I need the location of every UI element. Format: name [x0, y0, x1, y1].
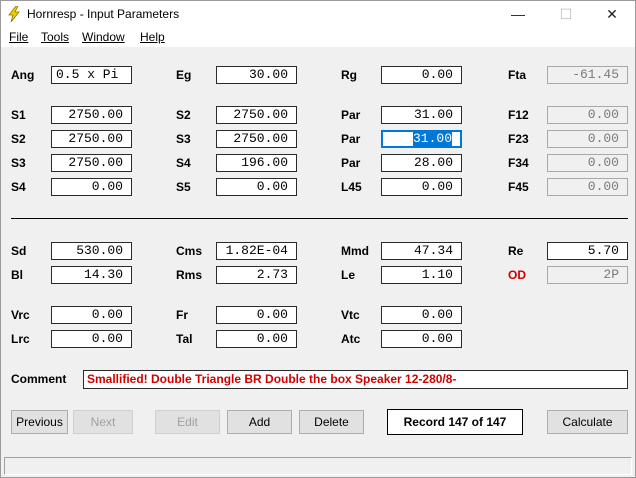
previous-button-label: Previous [16, 415, 63, 429]
edit-button[interactable]: Edit [155, 410, 220, 434]
par1-field[interactable]: 31.00 [381, 106, 462, 124]
label-bl: Bl [11, 268, 23, 282]
menu-help[interactable]: Help [140, 30, 165, 44]
delete-button-label: Delete [314, 415, 349, 429]
s3-field-seg3[interactable]: 2750.00 [51, 154, 132, 172]
label-s4b: S4 [11, 180, 26, 194]
f12-field: 0.00 [547, 106, 628, 124]
s3-field-seg2[interactable]: 2750.00 [216, 130, 297, 148]
par2-field[interactable]: 31.00 [381, 130, 462, 148]
s4-field-seg4[interactable]: 0.00 [51, 178, 132, 196]
s2-field-seg2[interactable]: 2750.00 [51, 130, 132, 148]
window-title: Hornresp - Input Parameters [27, 7, 180, 21]
sd-field[interactable]: 530.00 [51, 242, 132, 260]
od-field: 2P [547, 266, 628, 284]
label-tal: Tal [176, 332, 193, 346]
label-vtc: Vtc [341, 308, 360, 322]
f34-field: 0.00 [547, 154, 628, 172]
delete-button[interactable]: Delete [299, 410, 364, 434]
re-field[interactable]: 5.70 [547, 242, 628, 260]
f45-field: 0.00 [547, 178, 628, 196]
label-vrc: Vrc [11, 308, 30, 322]
label-rg: Rg [341, 68, 357, 82]
title-bar: Hornresp - Input Parameters — ☐ ✕ [1, 1, 635, 27]
label-lrc: Lrc [11, 332, 30, 346]
comment-field[interactable]: Smallified! Double Triangle BR Double th… [83, 370, 628, 389]
status-bar [4, 457, 632, 475]
f23-field: 0.00 [547, 130, 628, 148]
label-f12: F12 [508, 108, 529, 122]
label-par-2: Par [341, 132, 361, 146]
label-rms: Rms [176, 268, 203, 282]
label-s1: S1 [11, 108, 26, 122]
calculate-button[interactable]: Calculate [547, 410, 628, 434]
label-s2: S2 [176, 108, 191, 122]
tal-field[interactable]: 0.00 [216, 330, 297, 348]
next-button-label: Next [90, 415, 116, 429]
vrc-field[interactable]: 0.00 [51, 306, 132, 324]
lrc-field[interactable]: 0.00 [51, 330, 132, 348]
vtc-field[interactable]: 0.00 [381, 306, 462, 324]
label-comment: Comment [11, 372, 67, 386]
ang-field[interactable]: 0.5 x Pi [51, 66, 132, 84]
label-par-3: Par [341, 156, 361, 170]
fta-field: -61.45 [547, 66, 628, 84]
close-button[interactable]: ✕ [589, 1, 635, 27]
calculate-button-label: Calculate [562, 415, 613, 429]
label-s4: S4 [176, 156, 191, 170]
label-f34: F34 [508, 156, 529, 170]
le-field[interactable]: 1.10 [381, 266, 462, 284]
menu-bar: File Tools Window Help [1, 27, 635, 47]
label-sd: Sd [11, 244, 27, 258]
s2-field-seg1[interactable]: 2750.00 [216, 106, 297, 124]
add-button-label: Add [248, 415, 271, 429]
atc-field[interactable]: 0.00 [381, 330, 462, 348]
label-l45: L45 [341, 180, 362, 194]
add-button[interactable]: Add [227, 410, 292, 434]
par2-selected-text: 31.00 [412, 131, 452, 146]
label-atc: Atc [341, 332, 361, 346]
section-divider [11, 218, 628, 219]
lightning-bolt-icon [8, 6, 20, 22]
label-par-1: Par [341, 108, 361, 122]
s5-field[interactable]: 0.00 [216, 178, 297, 196]
label-eg: Eg [176, 68, 192, 82]
cms-field[interactable]: 1.82E-04 [216, 242, 297, 260]
rg-field[interactable]: 0.00 [381, 66, 462, 84]
label-s5: S5 [176, 180, 191, 194]
label-s3: S3 [176, 132, 191, 146]
label-f45: F45 [508, 180, 529, 194]
menu-tools[interactable]: Tools [41, 30, 69, 44]
record-indicator: Record 147 of 147 [387, 409, 523, 435]
minimize-button[interactable]: — [495, 1, 541, 27]
bl-field[interactable]: 14.30 [51, 266, 132, 284]
menu-window[interactable]: Window [82, 30, 125, 44]
edit-button-label: Edit [177, 415, 198, 429]
par3-field[interactable]: 28.00 [381, 154, 462, 172]
fr-field[interactable]: 0.00 [216, 306, 297, 324]
label-mmd: Mmd [341, 244, 369, 258]
hornresp-window: Hornresp - Input Parameters — ☐ ✕ File T… [0, 0, 636, 478]
label-fta: Fta [508, 68, 526, 82]
label-cms: Cms [176, 244, 203, 258]
label-ang: Ang [11, 68, 35, 82]
mmd-field[interactable]: 47.34 [381, 242, 462, 260]
next-button[interactable]: Next [73, 410, 133, 434]
previous-button[interactable]: Previous [11, 410, 68, 434]
label-s3b: S3 [11, 156, 26, 170]
l45-field[interactable]: 0.00 [381, 178, 462, 196]
rms-field[interactable]: 2.73 [216, 266, 297, 284]
maximize-button[interactable]: ☐ [543, 1, 589, 27]
menu-file[interactable]: File [9, 30, 28, 44]
s4-field-seg3[interactable]: 196.00 [216, 154, 297, 172]
label-s2b: S2 [11, 132, 26, 146]
label-re: Re [508, 244, 524, 258]
label-fr: Fr [176, 308, 188, 322]
label-f23: F23 [508, 132, 529, 146]
label-od: OD [508, 268, 526, 282]
s1-field[interactable]: 2750.00 [51, 106, 132, 124]
eg-field[interactable]: 30.00 [216, 66, 297, 84]
label-le: Le [341, 268, 356, 282]
